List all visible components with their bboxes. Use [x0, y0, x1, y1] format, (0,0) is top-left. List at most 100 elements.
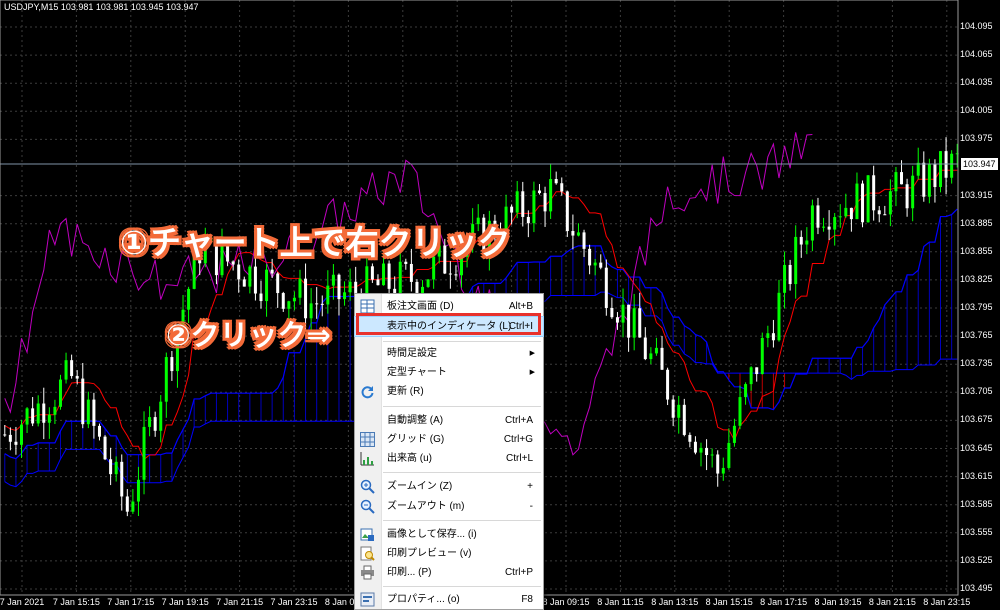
- grid-icon: [360, 432, 375, 447]
- window-title: USDJPY,M15 103.981 103.981 103.945 103.9…: [4, 2, 199, 12]
- candle: [331, 264, 335, 300]
- candle: [771, 319, 775, 348]
- candle-body: [593, 262, 597, 266]
- menu-item-label: 時間足設定: [387, 348, 437, 359]
- candle: [376, 274, 380, 286]
- time-tick-label: 7 Jan 23:15: [270, 597, 318, 607]
- candle-body: [3, 434, 7, 436]
- menu-item-label: 出来高 (u): [387, 453, 432, 464]
- candle: [716, 450, 720, 487]
- menu-item-shortcut: Ctrl+A: [504, 415, 533, 426]
- time-tick-label: 8 Jan 19:15: [814, 597, 862, 607]
- candle: [120, 454, 124, 511]
- menu-item-properties[interactable]: プロパティ... (o) F8: [355, 590, 543, 609]
- candle: [693, 436, 697, 455]
- candle-body: [844, 207, 848, 217]
- candle-body: [732, 425, 736, 443]
- candle: [253, 258, 257, 301]
- candle-body: [292, 297, 296, 302]
- candle-body: [348, 281, 352, 293]
- candle: [14, 426, 18, 455]
- candle-body: [627, 304, 631, 338]
- menu-item-grid[interactable]: グリッド (G) Ctrl+G: [355, 430, 543, 449]
- candle: [632, 293, 636, 351]
- price-tick-label: 103.555: [960, 526, 993, 537]
- candle: [25, 407, 29, 433]
- candle-body: [849, 207, 853, 220]
- candle: [816, 197, 820, 235]
- menu-item-save-image[interactable]: 画像として保存... (i): [355, 525, 543, 544]
- menu-separator: [383, 586, 541, 587]
- candle-body: [766, 333, 770, 338]
- candle-body: [549, 179, 553, 212]
- candle-body: [526, 216, 530, 224]
- candle-body: [64, 360, 68, 380]
- candle-body: [877, 210, 881, 215]
- candle: [136, 466, 140, 517]
- menu-item-shortcut: Ctrl+G: [503, 434, 533, 445]
- candle-body: [771, 333, 775, 341]
- menu-separator: [383, 472, 541, 473]
- time-tick-label: 7 Jan 19:15: [161, 597, 209, 607]
- candle-body: [387, 263, 391, 289]
- menu-item-zoom-in[interactable]: ズームイン (Z) +: [355, 477, 543, 496]
- candle: [599, 254, 603, 270]
- price-tick-label: 103.825: [960, 273, 993, 284]
- candle-body: [788, 264, 792, 285]
- candle: [671, 395, 675, 427]
- menu-item-shortcut: -: [529, 501, 533, 512]
- candle-body: [109, 459, 113, 475]
- candle-body: [136, 479, 140, 502]
- candle-body: [660, 347, 664, 370]
- candle-body: [337, 274, 341, 300]
- order-icon: [360, 299, 375, 314]
- menu-item-autoscroll[interactable]: 自動調整 (A) Ctrl+A: [355, 411, 543, 430]
- candle: [688, 432, 692, 448]
- price-tick-label: 104.035: [960, 77, 993, 88]
- candle: [760, 332, 764, 375]
- properties-icon: [360, 592, 375, 607]
- menu-item-label: 印刷プレビュー (v): [387, 548, 472, 559]
- candle: [682, 398, 686, 437]
- menu-item-refresh[interactable]: 更新 (R): [355, 382, 543, 401]
- candle-body: [426, 279, 430, 287]
- candle: [8, 427, 12, 451]
- menu-item-print-preview[interactable]: 印刷プレビュー (v): [355, 544, 543, 563]
- menu-item-volume[interactable]: 出来高 (u) Ctrl+L: [355, 449, 543, 468]
- candle-body: [259, 293, 263, 302]
- price-tick-label: 103.735: [960, 358, 993, 369]
- candle: [86, 391, 90, 429]
- candle-body: [142, 426, 146, 480]
- menu-item-print[interactable]: 印刷... (P) Ctrl+P: [355, 563, 543, 582]
- candle: [64, 352, 68, 384]
- menu-item-templates[interactable]: 定型チャート ▶: [355, 363, 543, 382]
- candle-body: [276, 273, 280, 294]
- candle-body: [621, 304, 625, 323]
- candle-body: [738, 397, 742, 426]
- candle-body: [448, 273, 452, 275]
- candle-body: [298, 278, 302, 298]
- menu-item-label: プロパティ... (o): [387, 594, 460, 605]
- save-image-icon: [360, 528, 374, 541]
- candle-body: [654, 347, 658, 354]
- candle: [721, 457, 725, 481]
- candle-body: [760, 337, 764, 375]
- time-tick-label: 8 Jan 23:15: [923, 597, 971, 607]
- candle-body: [727, 442, 731, 468]
- candle-body: [950, 153, 954, 178]
- time-tick-label: 7 Jan 15:15: [52, 597, 100, 607]
- candle: [822, 217, 826, 232]
- menu-item-zoom-out[interactable]: ズームアウト (m) -: [355, 497, 543, 516]
- candle-body: [270, 269, 274, 274]
- time-tick-label: 8 Jan 15:15: [705, 597, 753, 607]
- candle: [654, 337, 658, 356]
- candle: [42, 387, 46, 440]
- candle: [638, 292, 642, 338]
- candle-body: [253, 266, 257, 294]
- menu-item-timeframe[interactable]: 時間足設定 ▶: [355, 344, 543, 363]
- candle: [148, 406, 152, 437]
- candle-body: [153, 417, 157, 431]
- candle-body: [666, 369, 670, 400]
- candle-body: [900, 172, 904, 185]
- candle: [36, 395, 40, 427]
